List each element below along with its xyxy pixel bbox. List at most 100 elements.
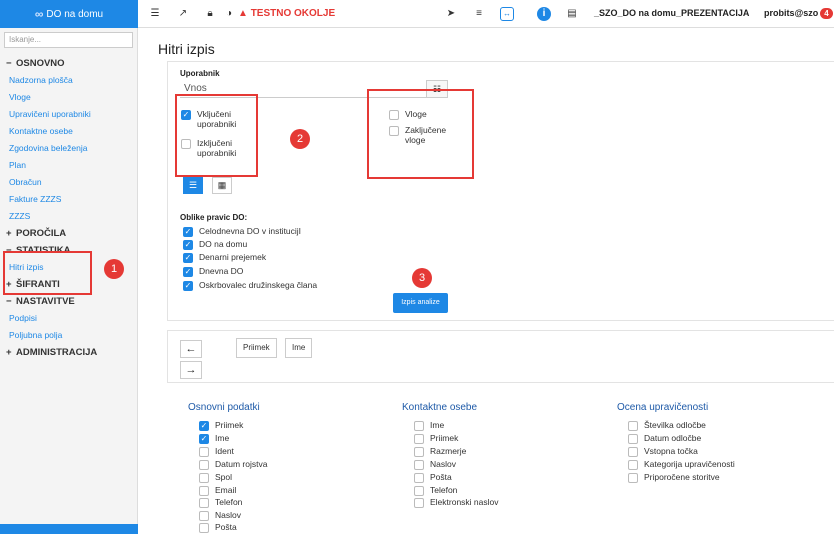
page-title: Hitri izpis xyxy=(158,41,215,57)
send-icon[interactable]: ➤ xyxy=(444,7,458,21)
field-priimek[interactable]: ✓ Priimek xyxy=(199,420,243,431)
oblike-label: Oblike pravic DO: xyxy=(180,213,248,222)
checkbox-box xyxy=(199,523,209,533)
sidebar-item-zzzs[interactable]: ZZZS xyxy=(0,208,137,225)
check-icon: ✓ xyxy=(183,253,193,263)
field-telefon[interactable]: Telefon xyxy=(199,497,242,508)
minus-icon: − xyxy=(6,58,12,69)
checkbox-box xyxy=(199,460,209,470)
kontakt-posta[interactable]: Pošta xyxy=(414,472,452,483)
sidebar-item-podpisi[interactable]: Podpisi xyxy=(0,310,137,327)
annotation-badge-3: 3 xyxy=(412,268,432,288)
sidebar-item-kontaktne[interactable]: Kontaktne osebe xyxy=(0,123,137,140)
move-left-button[interactable]: ← xyxy=(180,340,202,358)
sidebar-item-nadzorna-plosca[interactable]: Nadzorna plošča xyxy=(0,72,137,89)
checkbox-box xyxy=(414,460,424,470)
check-icon: ✓ xyxy=(183,240,193,250)
sidebar-section-porocila[interactable]: + POROČILA xyxy=(0,225,137,242)
brand-name: DO na domu xyxy=(46,8,104,20)
sidebar-section-nastavitve[interactable]: − NASTAVITVE xyxy=(0,293,137,310)
annotation-box-1 xyxy=(3,251,92,295)
field-ident[interactable]: Ident xyxy=(199,446,234,457)
user-name: probits@szo xyxy=(764,8,819,18)
document-icon[interactable]: ▤ xyxy=(565,7,579,21)
sidebar-section-administracija[interactable]: + ADMINISTRACIJA xyxy=(0,344,137,361)
kontakt-telefon[interactable]: Telefon xyxy=(414,485,457,496)
sidebar-item-obracun[interactable]: Obračun xyxy=(0,174,137,191)
annotation-box-2 xyxy=(175,94,258,177)
ocena-priporocene[interactable]: Priporočene storitve xyxy=(628,472,720,483)
external-link-icon[interactable]: ↗ xyxy=(176,7,190,21)
sidebar-item-fakture[interactable]: Fakture ZZZS xyxy=(0,191,137,208)
uporabnik-label: Uporabnik xyxy=(180,69,220,78)
osnovni-podatki-title: Osnovni podatki xyxy=(188,402,260,413)
checkbox-oblika-4[interactable]: ✓ Dnevna DO xyxy=(183,266,243,277)
checkbox-box xyxy=(414,486,424,496)
contrast-icon[interactable]: ◑ xyxy=(222,7,236,21)
check-icon: ✓ xyxy=(183,281,193,291)
lock-icon[interactable]: 🔒︎ xyxy=(203,7,217,21)
user-menu[interactable]: probits@szo 4 xyxy=(764,8,833,19)
checkbox-box xyxy=(199,473,209,483)
move-right-button[interactable]: → xyxy=(180,361,202,379)
checkbox-oblika-2[interactable]: ✓ DO na domu xyxy=(183,239,247,250)
ocena-kategorija[interactable]: Kategorija upravičenosti xyxy=(628,459,735,470)
arrow-right-icon: → xyxy=(185,364,197,376)
list-icon[interactable]: ≡ xyxy=(472,7,486,21)
checkbox-box xyxy=(628,447,638,457)
sidebar-search-input[interactable]: Iskanje... xyxy=(4,32,133,48)
list-view-button[interactable]: ☰ xyxy=(183,177,203,194)
sort-tag-priimek[interactable]: Priimek xyxy=(236,338,277,358)
checkbox-box xyxy=(199,511,209,521)
grid-view-button[interactable]: ▦ xyxy=(212,177,232,194)
field-spol[interactable]: Spol xyxy=(199,472,232,483)
field-ime[interactable]: ✓ Ime xyxy=(199,433,229,444)
sidebar-item-upraviceni[interactable]: Upravičeni uporabniki xyxy=(0,106,137,123)
checkbox-box xyxy=(628,460,638,470)
field-naslov[interactable]: Naslov xyxy=(199,510,241,521)
check-icon: ✓ xyxy=(199,421,209,431)
field-datum-rojstva[interactable]: Datum rojstva xyxy=(199,459,267,470)
sidebar-item-poljubna-polja[interactable]: Poljubna polja xyxy=(0,327,137,344)
sidebar-item-vloge[interactable]: Vloge xyxy=(0,89,137,106)
checkbox-box xyxy=(628,473,638,483)
checkbox-oblika-3[interactable]: ✓ Denarni prejemek xyxy=(183,252,266,263)
izpis-analize-button[interactable]: Izpis analize xyxy=(393,293,448,313)
field-email[interactable]: Email xyxy=(199,485,236,496)
menu-toggle-icon[interactable]: ☰ xyxy=(148,7,162,21)
project-name[interactable]: _SZO_DO na domu_PREZENTACIJA xyxy=(594,8,749,18)
checkbox-box xyxy=(199,498,209,508)
sidebar-item-zgodovina[interactable]: Zgodovina beleženja xyxy=(0,140,137,157)
list-icon: ☰ xyxy=(188,180,198,190)
brand-logo[interactable]: ∞ DO na domu xyxy=(0,0,138,28)
checkbox-oblika-5[interactable]: ✓ Oskrbovalec družinskega člana xyxy=(183,280,317,291)
checkbox-box xyxy=(414,447,424,457)
sidebar-footer xyxy=(0,524,138,534)
ocena-upravicenosti-title: Ocena upravičenosti xyxy=(617,402,709,413)
checkbox-box xyxy=(199,447,209,457)
kontakt-naslov[interactable]: Naslov xyxy=(414,459,456,470)
info-icon[interactable]: i xyxy=(537,7,551,21)
kontakt-razmerje[interactable]: Razmerje xyxy=(414,446,466,457)
annotation-box-3 xyxy=(367,89,474,179)
chat-icon[interactable]: ↔ xyxy=(500,7,514,21)
checkbox-oblika-1[interactable]: ✓ Celodnevna DO v institucijI xyxy=(183,226,301,237)
plus-icon: + xyxy=(6,228,12,239)
field-posta[interactable]: Pošta xyxy=(199,522,237,533)
sidebar-section-osnovno[interactable]: − OSNOVNO xyxy=(0,55,137,72)
sidebar-item-plan[interactable]: Plan xyxy=(0,157,137,174)
checkbox-box xyxy=(414,434,424,444)
plus-icon: + xyxy=(6,347,12,358)
sort-tag-ime[interactable]: Ime xyxy=(285,338,313,358)
annotation-badge-1: 1 xyxy=(104,259,124,279)
top-bar: ∞ DO na domu ☰ ↗ 🔒︎ ◑ ▲ TESTNO OKOLJE ➤ … xyxy=(0,0,834,28)
checkbox-box xyxy=(414,498,424,508)
ocena-vstopna[interactable]: Vstopna točka xyxy=(628,446,698,457)
kontakt-ime[interactable]: Ime xyxy=(414,420,444,431)
kontakt-email[interactable]: Elektronski naslov xyxy=(414,497,499,508)
kontakt-priimek[interactable]: Priimek xyxy=(414,433,458,444)
ocena-datum[interactable]: Datum odločbe xyxy=(628,433,701,444)
ocena-stevilka[interactable]: Številka odločbe xyxy=(628,420,706,431)
checkbox-box xyxy=(414,473,424,483)
grid-icon: ▦ xyxy=(217,180,227,190)
